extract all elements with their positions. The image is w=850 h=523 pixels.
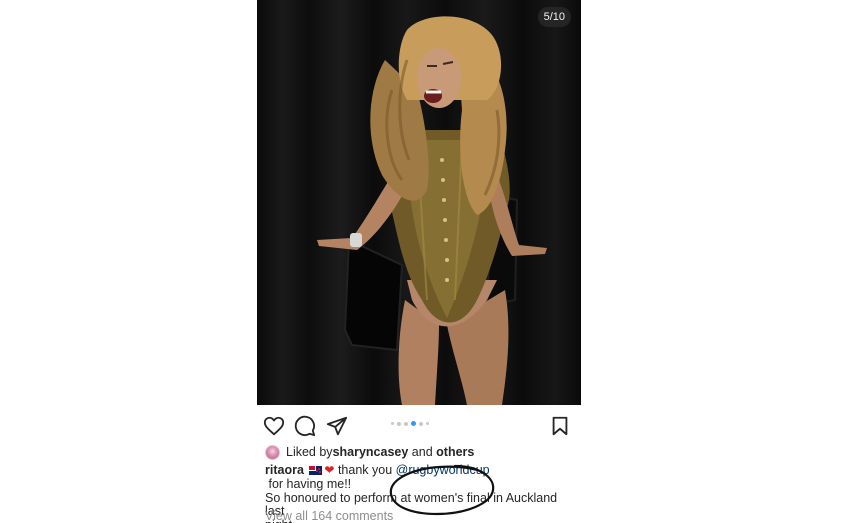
- carousel-dot: [419, 421, 423, 426]
- red-heart-icon: ❤: [324, 463, 335, 477]
- liker-avatar: [265, 444, 280, 460]
- bookmark-icon[interactable]: [549, 415, 571, 437]
- likes-summary[interactable]: Liked by sharyncasey and others: [265, 444, 474, 460]
- carousel-dot: [426, 422, 429, 425]
- heart-icon[interactable]: [263, 415, 285, 437]
- carousel-dot: [411, 421, 416, 426]
- likes-prefix: Liked by: [286, 445, 333, 459]
- likes-others[interactable]: others: [436, 445, 474, 459]
- carousel-dot: [404, 421, 408, 426]
- share-icon[interactable]: [326, 415, 348, 437]
- carousel-indicator: [391, 421, 429, 426]
- image-counter: 5/10: [537, 7, 571, 27]
- comment-icon[interactable]: [294, 415, 316, 437]
- instagram-post: 5/10 Liked by sharyncasey and others rit…: [257, 0, 581, 523]
- new-zealand-flag-icon: [309, 466, 323, 475]
- caption-username[interactable]: ritaora: [265, 463, 304, 477]
- likes-conjunction: and: [408, 445, 437, 459]
- post-photo[interactable]: 5/10: [257, 0, 581, 405]
- carousel-dot: [391, 422, 394, 425]
- carousel-dot: [397, 421, 401, 426]
- photo-illustration: [317, 16, 547, 405]
- view-all-comments-link[interactable]: View all 164 comments: [265, 509, 393, 523]
- caption-mention[interactable]: @rugbyworldcup: [396, 463, 490, 477]
- caption-text-2: for having me!!: [265, 476, 352, 491]
- caption-text-1: thank you: [337, 463, 396, 477]
- liker-username[interactable]: sharyncasey: [333, 445, 409, 459]
